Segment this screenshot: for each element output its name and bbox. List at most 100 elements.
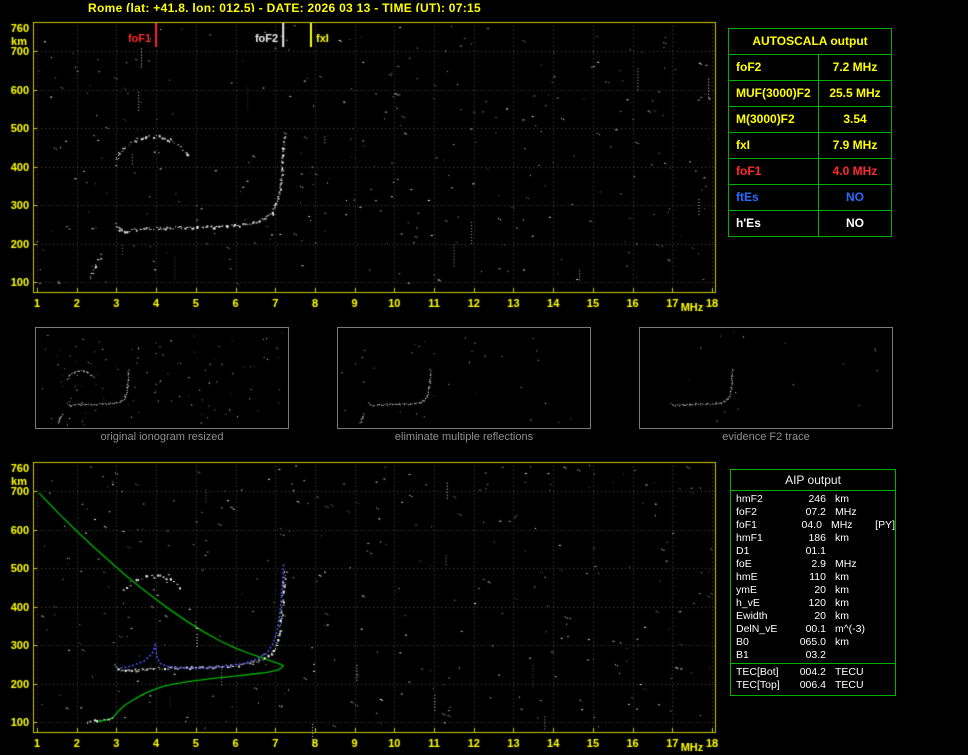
aip-label: TEC[Bot] [736, 666, 779, 678]
aip-value: 186 [808, 532, 826, 544]
aip-row: hmF1 186 km [731, 532, 895, 545]
autoscala-row-label: h'Es [729, 211, 819, 236]
aip-extra [875, 558, 895, 571]
aip-extra [875, 649, 895, 662]
aip-row: D1 01.1 [731, 545, 895, 558]
aip-label: D1 [736, 545, 750, 557]
autoscala-output-table: AUTOSCALA output foF2 7.2 MHz MUF(3000)F2 2… [728, 28, 892, 237]
aip-value: 006.4 [799, 679, 826, 691]
aip-unit: km [835, 532, 849, 544]
aip-row: foE 2.9 MHz [731, 558, 895, 571]
aip-table-rows: hmF2 246 km foF2 07.2 MHz foF1 04.0 MHz [PY] hmF1 1… [731, 493, 895, 692]
aip-unit [826, 545, 875, 558]
autoscala-row-label: MUF(3000)F2 [729, 81, 819, 106]
aip-extra [875, 532, 895, 545]
aip-value: 120 [808, 597, 826, 609]
aip-unit: km [835, 636, 849, 648]
aip-row: foF1 04.0 MHz [PY] [731, 519, 895, 532]
aip-row: hmE 110 km [731, 571, 895, 584]
autoscala-row-value: 7.2 MHz [832, 60, 878, 74]
autoscala-row-label: foF1 [729, 159, 819, 184]
aip-value: 01.1 [805, 545, 826, 557]
aip-value: 065.0 [799, 636, 826, 648]
aip-unit: km [835, 571, 849, 583]
autoscala-row-value: NO [846, 216, 864, 230]
aip-extra [875, 506, 895, 519]
aip-label: h_vE [736, 597, 760, 609]
aip-extra [875, 571, 895, 584]
thumbnail-caption-original: original ionogram resized [100, 431, 224, 443]
aip-table-title: AIP output [785, 473, 841, 487]
aip-extra [875, 545, 895, 558]
aip-label: foF1 [736, 519, 758, 531]
autoscala-row: foF1 4.0 MHz [729, 159, 891, 185]
autoscala-row-label: foF2 [729, 55, 819, 80]
aip-label: foE [736, 558, 752, 570]
autoscala-row: fxI 7.9 MHz [729, 133, 891, 159]
aip-value: 03.2 [805, 649, 826, 661]
aip-value: 2.9 [811, 558, 826, 570]
aip-label: ymE [736, 584, 757, 596]
aip-unit: km [835, 584, 849, 596]
aip-unit: km [835, 610, 849, 622]
autoscala-table-rows: foF2 7.2 MHz MUF(3000)F2 25.5 MHz M(3000)F2 3… [729, 55, 891, 236]
aip-unit: m^(-3) [835, 623, 866, 635]
aip-unit: km [835, 493, 849, 505]
thumbnail-evidence-f2-trace [639, 327, 893, 429]
aip-title-separator [731, 490, 895, 491]
aip-value: 004.2 [799, 666, 826, 678]
aip-unit: TECU [835, 666, 864, 678]
aip-label: hmE [736, 571, 758, 583]
aip-value: 04.0 [801, 519, 822, 531]
aip-unit: MHz [835, 506, 857, 518]
aip-row: ymE 20 km [731, 584, 895, 597]
aip-row: TEC[Top] 006.4 TECU [731, 679, 895, 692]
aip-extra [875, 584, 895, 597]
top-ionogram-chart [0, 12, 730, 314]
aip-extra [875, 666, 895, 679]
autoscala-row: MUF(3000)F2 25.5 MHz [729, 81, 891, 107]
aip-row: hmF2 246 km [731, 493, 895, 506]
aip-label: B0 [736, 636, 749, 648]
aip-value: 20 [814, 584, 826, 596]
aip-extra [875, 493, 895, 506]
aip-extra [875, 610, 895, 623]
aip-value: 07.2 [805, 506, 826, 518]
aip-row: TEC[Bot] 004.2 TECU [731, 666, 895, 679]
aip-row: foF2 07.2 MHz [731, 506, 895, 519]
aip-label: TEC[Top] [736, 679, 780, 691]
aip-row: B1 03.2 [731, 649, 895, 662]
aip-value: 00.1 [805, 623, 826, 635]
aip-extra: [PY] [875, 519, 895, 531]
autoscala-window: Rome (lat: +41.8, lon: 012.5) - DATE: 20… [0, 0, 968, 755]
aip-row: Ewidth 20 km [731, 610, 895, 623]
aip-label: hmF1 [736, 532, 763, 544]
aip-unit: km [835, 597, 849, 609]
thumbnail-eliminate-reflections [337, 327, 591, 429]
thumbnail-original-ionogram [35, 327, 289, 429]
aip-tec-separator [731, 663, 895, 664]
autoscala-row-value: 25.5 MHz [829, 86, 881, 100]
autoscala-row-label: M(3000)F2 [729, 107, 819, 132]
aip-extra [875, 636, 895, 649]
autoscala-row: foF2 7.2 MHz [729, 55, 891, 81]
aip-unit: TECU [835, 679, 864, 691]
aip-row: DelN_vE 00.1 m^(-3) [731, 623, 895, 636]
aip-label: B1 [736, 649, 749, 661]
aip-label: Ewidth [736, 610, 768, 622]
aip-output-table: AIP output hmF2 246 km foF2 07.2 MHz foF1 04.0 M… [730, 469, 896, 696]
autoscala-row: ftEs NO [729, 185, 891, 211]
thumbnail-caption-eliminate: eliminate multiple reflections [394, 431, 534, 443]
aip-label: hmF2 [736, 493, 763, 505]
aip-value: 246 [808, 493, 826, 505]
aip-unit: MHz [835, 558, 857, 570]
autoscala-row: h'Es NO [729, 211, 891, 236]
aip-row: h_vE 120 km [731, 597, 895, 610]
autoscala-row-label: fxI [729, 133, 819, 158]
aip-unit [826, 649, 875, 662]
autoscala-row-value: 4.0 MHz [832, 164, 878, 178]
aip-extra [875, 623, 895, 636]
bottom-ionogram-profile-chart [0, 452, 730, 754]
aip-value: 20 [814, 610, 826, 622]
autoscala-row-value: 7.9 MHz [832, 138, 878, 152]
